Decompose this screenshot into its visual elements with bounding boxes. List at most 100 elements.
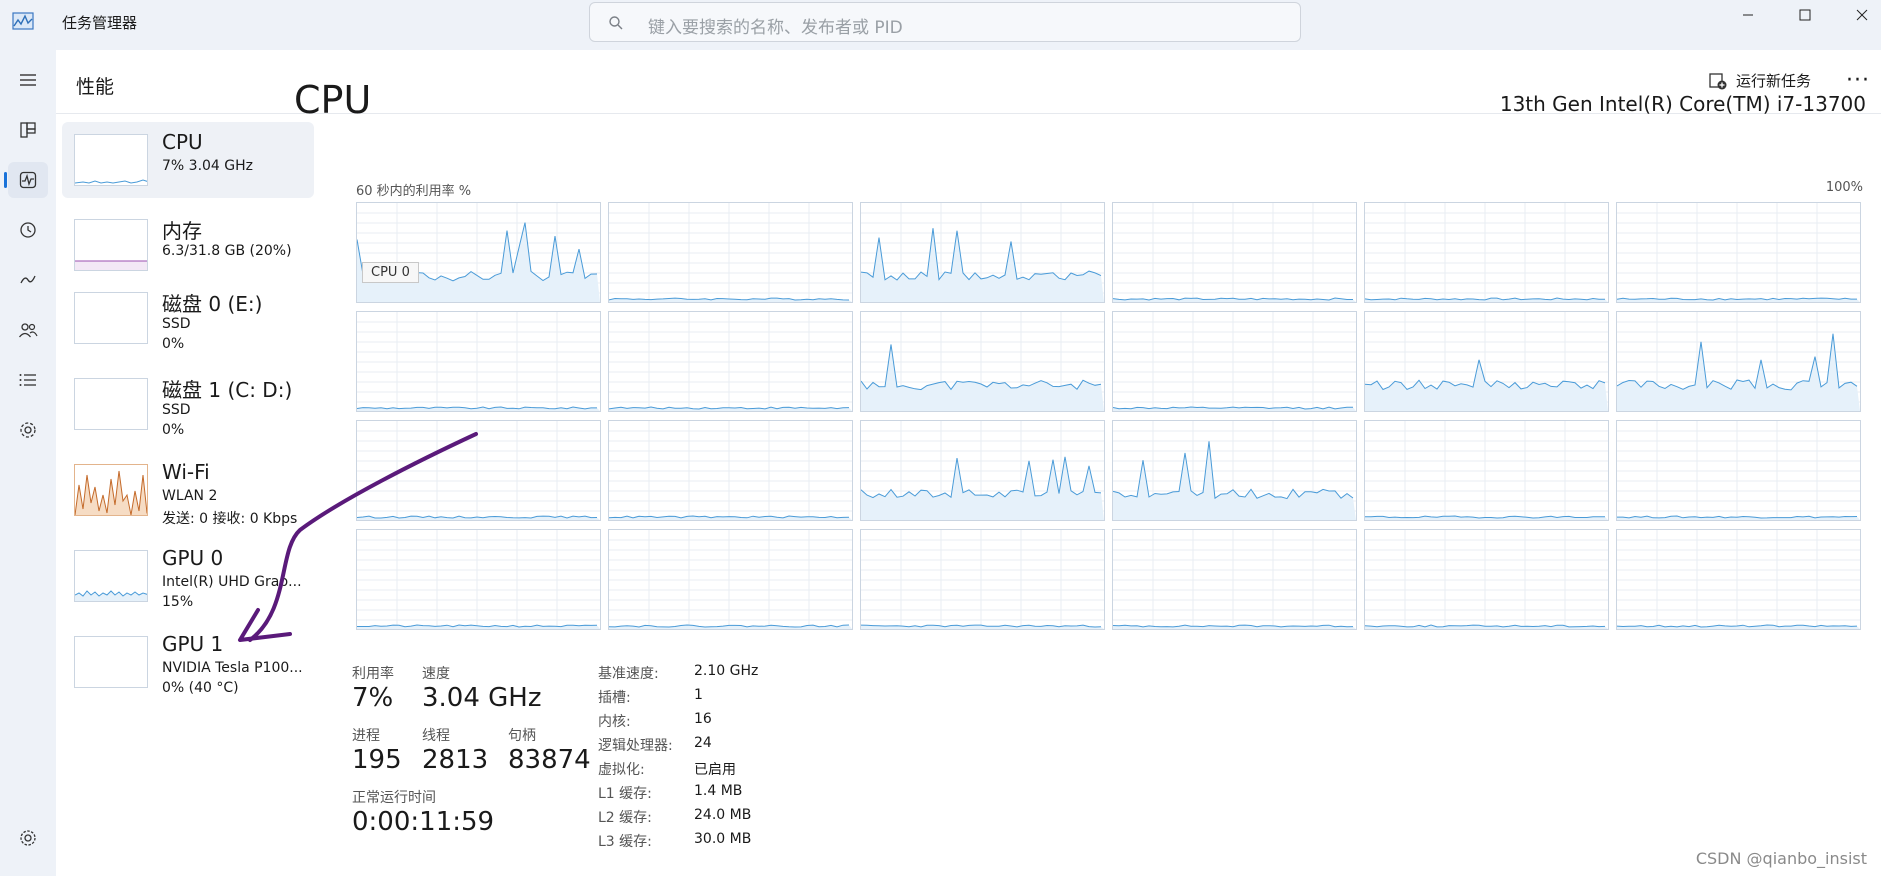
side-disk1-usage: 0% <box>162 422 185 438</box>
cpu-core-graph <box>356 420 602 522</box>
nav-details[interactable] <box>8 362 48 398</box>
side-item-gpu0[interactable]: GPU 0 Intel(R) UHD Grap... 15% <box>62 538 314 614</box>
cpu-core-graph <box>1112 529 1358 631</box>
minimize-button[interactable] <box>1720 0 1776 30</box>
run-task-label: 运行新任务 <box>1736 72 1812 90</box>
detail-label: 基准速度: <box>598 666 659 682</box>
detail-value: 24 <box>694 735 712 751</box>
menu-icon <box>20 74 36 86</box>
menu-button[interactable] <box>8 62 48 98</box>
memory-thumbnail <box>74 219 148 271</box>
cpu-core-graph <box>1616 529 1862 631</box>
cpu-core-graph <box>608 202 854 304</box>
detail-label: L3 缓存: <box>598 834 652 850</box>
uptime-value: 0:00:11:59 <box>352 807 495 837</box>
wifi-thumbnail <box>74 464 148 516</box>
cpu-core-graph <box>356 202 602 304</box>
side-gpu1-usage: 0% (40 °C) <box>162 680 239 696</box>
side-gpu1-name: GPU 1 <box>162 632 224 656</box>
watermark: CSDN @qianbo_insist <box>1695 849 1867 868</box>
side-gpu0-name: GPU 0 <box>162 546 224 570</box>
cpu-core-graph <box>356 311 602 413</box>
speed-value: 3.04 GHz <box>422 683 542 713</box>
side-gpu1-model: NVIDIA Tesla P100... <box>162 660 303 676</box>
run-new-task-button[interactable]: 运行新任务 <box>1708 70 1811 91</box>
search-input[interactable]: 键入要搜索的名称、发布者或 PID <box>589 2 1301 42</box>
close-button[interactable] <box>1834 0 1881 30</box>
handles-label: 句柄 <box>508 728 536 744</box>
cpu-core-graph <box>356 529 602 631</box>
nav-processes[interactable] <box>8 112 48 148</box>
cpu-core-graph <box>608 420 854 522</box>
detail-value: 已启用 <box>694 762 736 778</box>
detail-label: L2 缓存: <box>598 810 652 826</box>
disk0-thumbnail <box>74 292 148 344</box>
details-icon <box>19 374 36 386</box>
nav-performance[interactable] <box>4 162 48 198</box>
side-item-gpu1[interactable]: GPU 1 NVIDIA Tesla P100... 0% (40 °C) <box>62 624 314 700</box>
cpu-core-graph <box>1616 311 1862 413</box>
cpu-core-graph <box>860 311 1106 413</box>
nav-rail <box>0 50 56 876</box>
side-disk1-type: SSD <box>162 402 191 418</box>
side-disk0-name: 磁盘 0 (E:) <box>162 292 263 316</box>
history-icon <box>20 222 36 238</box>
disk1-thumbnail <box>74 378 148 430</box>
processes-icon <box>20 122 36 138</box>
detail-label: 虚拟化: <box>598 762 645 778</box>
side-cpu-sub: 7% 3.04 GHz <box>162 158 254 174</box>
detail-label: 插槽: <box>598 690 631 706</box>
processes-value: 195 <box>352 745 402 775</box>
cpu-core-graph <box>1364 420 1610 522</box>
side-item-disk0[interactable]: 磁盘 0 (E:) SSD 0% <box>62 280 314 356</box>
utilization-max-label: 100% <box>1825 180 1863 195</box>
cpu-core-graph <box>608 529 854 631</box>
cpu-core-graph <box>860 529 1106 631</box>
more-options-button[interactable]: ··· <box>1846 68 1870 93</box>
side-gpu0-model: Intel(R) UHD Grap... <box>162 574 302 590</box>
side-disk0-type: SSD <box>162 316 191 332</box>
performance-icon <box>19 171 37 189</box>
cpu-heading: CPU <box>294 78 372 122</box>
side-gpu0-usage: 15% <box>162 594 194 610</box>
cpu-core-graph <box>1112 202 1358 304</box>
nav-users[interactable] <box>8 312 48 348</box>
side-item-memory[interactable]: 内存 6.3/31.8 GB (20%) <box>62 207 314 283</box>
gpu1-thumbnail <box>74 636 148 688</box>
side-item-cpu[interactable]: CPU 7% 3.04 GHz <box>62 122 314 198</box>
cpu-core-tooltip: CPU 0 <box>362 262 419 283</box>
utilization-value: 7% <box>352 683 394 713</box>
side-item-wifi[interactable]: Wi-Fi WLAN 2 发送: 0 接收: 0 Kbps <box>62 452 314 528</box>
cpu-core-graph <box>1364 529 1610 631</box>
side-item-disk1[interactable]: 磁盘 1 (C: D:) SSD 0% <box>62 366 314 442</box>
cpu-core-graph <box>1616 202 1862 304</box>
detail-label: 逻辑处理器: <box>598 738 673 754</box>
settings-icon <box>20 830 36 846</box>
gpu0-thumbnail <box>74 550 148 602</box>
nav-services[interactable] <box>8 412 48 448</box>
search-placeholder: 键入要搜索的名称、发布者或 PID <box>648 18 903 38</box>
cpu-core-graph <box>608 311 854 413</box>
side-wifi-throughput: 发送: 0 接收: 0 Kbps <box>162 511 298 527</box>
title-bar: 任务管理器 键入要搜索的名称、发布者或 PID <box>0 0 1881 50</box>
cpu-core-graph <box>860 202 1106 304</box>
page-title: 性能 <box>76 76 115 98</box>
run-task-icon <box>1709 72 1727 89</box>
cpu-core-graph <box>1364 311 1610 413</box>
startup-icon <box>20 275 36 284</box>
detail-value: 2.10 GHz <box>694 663 759 679</box>
cpu-core-graph <box>1616 420 1862 522</box>
nav-app-history[interactable] <box>8 212 48 248</box>
side-memory-sub: 6.3/31.8 GB (20%) <box>162 243 292 259</box>
speed-label: 速度 <box>422 666 450 682</box>
nav-settings[interactable] <box>8 820 48 856</box>
side-wifi-name: Wi-Fi <box>162 460 210 484</box>
detail-label: L1 缓存: <box>598 786 652 802</box>
detail-value: 24.0 MB <box>694 807 752 823</box>
utilization-label: 利用率 <box>352 666 394 682</box>
handles-value: 83874 <box>508 745 591 775</box>
users-icon <box>18 323 38 338</box>
close-icon <box>1856 9 1868 21</box>
maximize-button[interactable] <box>1777 0 1833 30</box>
nav-startup[interactable] <box>8 262 48 298</box>
